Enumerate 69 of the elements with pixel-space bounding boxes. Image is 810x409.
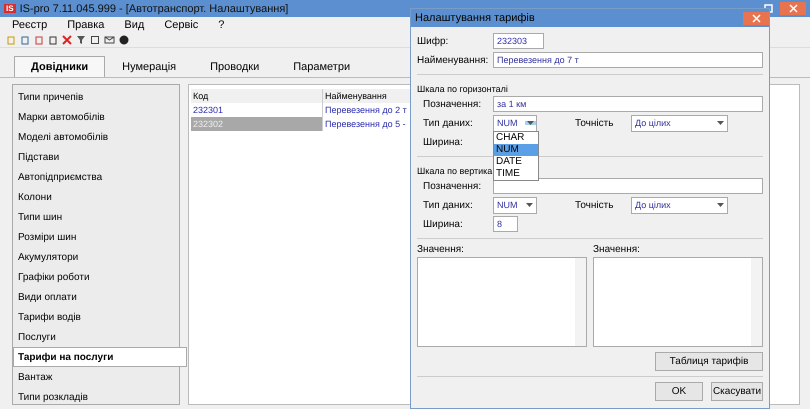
field-label: Найменування: xyxy=(417,54,490,66)
caret-icon xyxy=(717,121,724,125)
section-title: Шкала по вертика xyxy=(417,166,492,176)
sidebar-item[interactable]: Моделі автомобілів xyxy=(13,127,179,147)
field-label: Значення: xyxy=(593,244,641,255)
tab[interactable]: Проводки xyxy=(193,56,276,77)
sidebar-item[interactable]: Марки автомобілів xyxy=(13,107,179,127)
sidebar-item[interactable]: Типи шин xyxy=(13,207,179,227)
type-select[interactable]: NUM xyxy=(493,196,537,214)
input-field[interactable]: Перевезення до 7 т xyxy=(493,52,763,68)
field-label: Значення: xyxy=(417,244,465,255)
sidebar-item[interactable]: Графіки роботи xyxy=(13,267,179,287)
precision-select[interactable]: До цілих xyxy=(631,196,728,214)
cancel-button[interactable]: Скасувати xyxy=(711,382,763,401)
menu-item[interactable]: Вид xyxy=(124,18,144,30)
sidebar-item[interactable]: Розміри шин xyxy=(13,227,179,247)
field-label: Точність xyxy=(575,200,614,210)
menu-item[interactable]: Сервіс xyxy=(164,18,198,30)
field-label: Шифр: xyxy=(417,36,450,46)
tariff-table-button[interactable]: Таблиця тарифів xyxy=(655,352,763,371)
sidebar-item[interactable]: Тарифи водів xyxy=(13,307,179,327)
caret-icon xyxy=(717,203,724,207)
dropdown-option[interactable]: NUM xyxy=(494,144,538,156)
table-cell: 232302 xyxy=(191,117,323,131)
tab[interactable]: Параметри xyxy=(276,56,368,77)
column-header: Код xyxy=(191,89,323,103)
precision-select[interactable]: До цілих xyxy=(631,114,728,132)
sidebar-item[interactable]: Види оплати xyxy=(13,287,179,307)
input-field[interactable]: за 1 км xyxy=(493,96,763,112)
sidebar-item[interactable]: Колони xyxy=(13,187,179,207)
input-field[interactable]: 232303 xyxy=(493,33,544,49)
close-button[interactable] xyxy=(743,12,769,24)
window-title: IS-pro 7.11.045.999 - [Автотранспорт. Налаштування] xyxy=(20,2,290,14)
close-icon xyxy=(788,4,798,13)
dialog-title: Налаштування тарифів xyxy=(415,12,535,24)
field-label: Тип даних: xyxy=(423,200,474,210)
field-label: Ширина: xyxy=(423,218,464,230)
input-field[interactable] xyxy=(493,178,763,194)
tab[interactable]: Довідники xyxy=(14,56,106,77)
field-label: Ширина: xyxy=(423,136,464,148)
sidebar-item[interactable]: Послуги xyxy=(13,327,179,347)
sidebar-item[interactable]: Типи розкладів xyxy=(13,387,179,407)
close-button[interactable] xyxy=(780,2,806,15)
tab[interactable]: Нумерація xyxy=(105,56,194,77)
mail-icon[interactable] xyxy=(104,34,115,44)
values-list[interactable] xyxy=(417,257,587,347)
values-list[interactable] xyxy=(593,257,763,347)
sidebar-item[interactable]: Автопідприємства xyxy=(13,167,179,187)
sidebar-item[interactable]: Тарифи на послуги xyxy=(13,347,187,367)
menu-item[interactable]: ? xyxy=(218,18,224,30)
input-field[interactable]: 8 xyxy=(493,216,518,232)
table-cell: 232301 xyxy=(191,103,323,117)
sidebar-item[interactable]: Типи причепів xyxy=(13,87,179,107)
menu-item[interactable]: Реєстр xyxy=(12,18,48,30)
filter-icon[interactable] xyxy=(76,34,86,44)
close-icon xyxy=(752,14,760,22)
menu-item[interactable]: Правка xyxy=(67,18,104,30)
caret-icon xyxy=(526,203,533,207)
caret-icon xyxy=(527,121,534,125)
type-select[interactable]: NUM xyxy=(493,114,537,132)
field-label: Точність xyxy=(575,118,614,128)
sidebar-item[interactable]: Вантаж xyxy=(13,367,179,387)
delete-icon[interactable] xyxy=(62,34,72,44)
sidebar-item[interactable]: Акумулятори xyxy=(13,247,179,267)
sidebar-item[interactable]: Підстави xyxy=(13,147,179,167)
ok-button[interactable]: OK xyxy=(655,382,703,401)
field-label: Позначення: xyxy=(423,180,482,192)
document-icon[interactable] xyxy=(90,34,100,44)
app-logo: IS xyxy=(4,4,16,13)
